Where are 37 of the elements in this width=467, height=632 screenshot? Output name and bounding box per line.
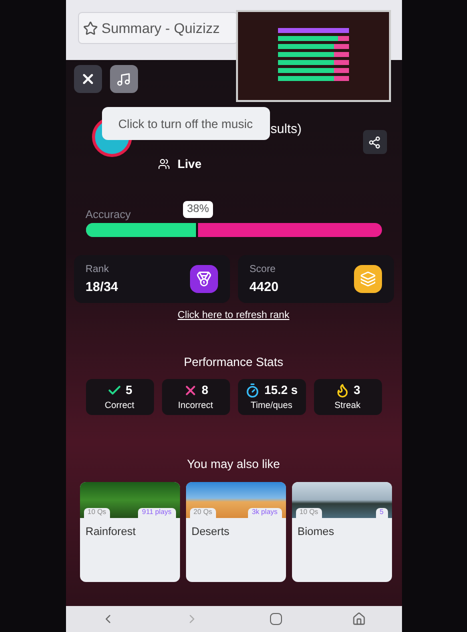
performance-label: Correct xyxy=(104,399,134,412)
quiz-title: sults) xyxy=(270,120,302,138)
music-button[interactable] xyxy=(110,65,138,93)
stat-label: Score xyxy=(250,262,277,277)
home-icon[interactable] xyxy=(352,612,366,626)
share-icon xyxy=(368,136,381,148)
stat-value: 18/34 xyxy=(86,278,118,296)
tooltip: Click to turn off the music xyxy=(102,107,270,140)
performance-value: 5 xyxy=(126,382,132,400)
quiz-name: Deserts xyxy=(190,525,230,540)
share-button[interactable] xyxy=(362,130,386,154)
mode-label: Live xyxy=(178,156,202,173)
performance-label: Time/ques xyxy=(250,399,292,412)
quiz-name: Biomes xyxy=(296,525,336,540)
timer-icon xyxy=(245,382,260,398)
flame-icon xyxy=(334,382,350,398)
accuracy-label: Accuracy xyxy=(86,208,131,222)
performance-value: 15.2 s xyxy=(264,382,298,400)
music-note-icon xyxy=(116,72,131,86)
performance-label: Incorrect xyxy=(178,399,213,412)
medal-icon xyxy=(190,265,218,293)
section-title: You may also like xyxy=(187,456,280,473)
accuracy-reading: 38% xyxy=(182,201,213,218)
performance-value: 3 xyxy=(354,382,360,400)
section-title: Performance Stats xyxy=(184,354,284,371)
quiz-name: Rainforest xyxy=(84,525,137,540)
performance-label: Streak xyxy=(334,399,360,412)
stat-value: 4420 xyxy=(250,278,278,296)
group-icon xyxy=(158,158,170,170)
refresh-rank-link[interactable]: Click here to refresh rank xyxy=(178,308,290,323)
star-icon xyxy=(82,20,98,36)
stat-label: Rank xyxy=(86,262,110,277)
tab-title-field[interactable]: Summary - Quizizz xyxy=(78,12,238,44)
page-title: Summary - Quizizz xyxy=(102,18,220,38)
performance-value: 8 xyxy=(202,382,208,400)
tabs-icon[interactable] xyxy=(270,613,282,625)
close-button[interactable] xyxy=(74,65,102,93)
